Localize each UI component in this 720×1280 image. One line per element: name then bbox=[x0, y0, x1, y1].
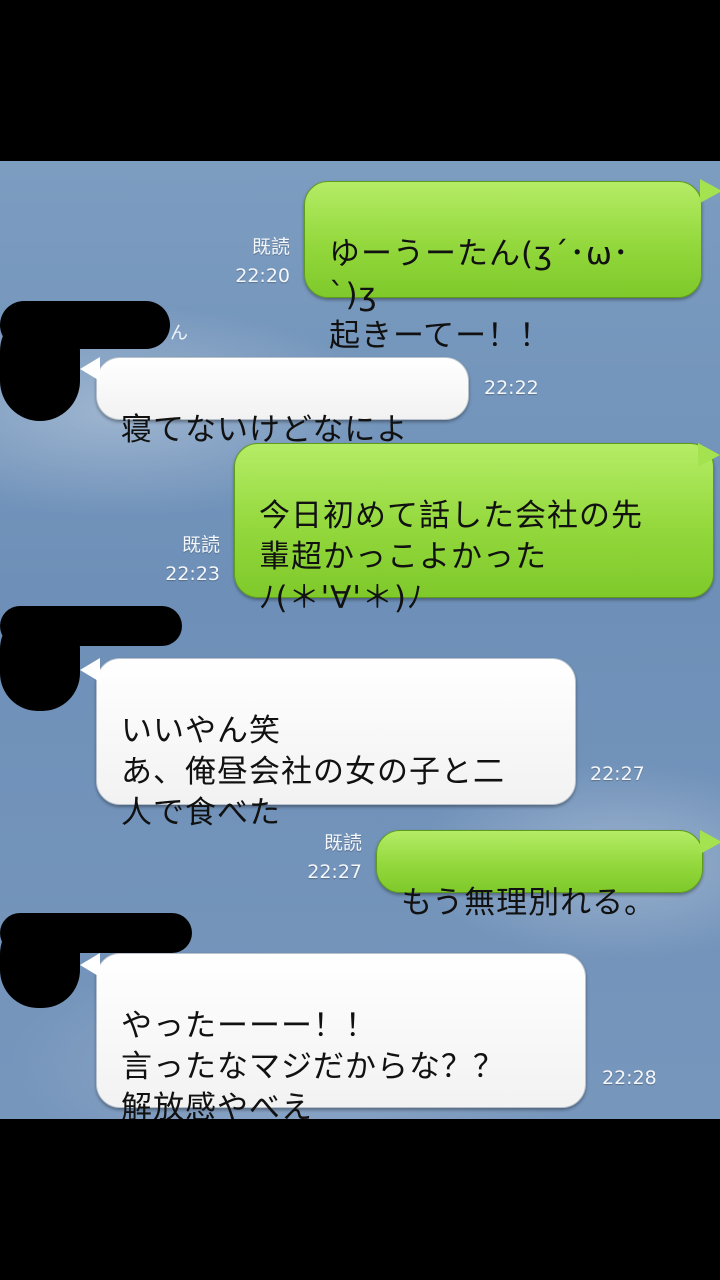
outgoing-message-bubble[interactable]: ゆーうーたん(ʒ´･ω･`)ʒ 起きーてー！！ bbox=[304, 181, 702, 354]
bubble-tail bbox=[698, 443, 720, 467]
bubble-tail bbox=[700, 179, 720, 203]
message-time: 22:20 bbox=[235, 265, 290, 287]
message-text: ゆーうーたん(ʒ´･ω･`)ʒ 起きーてー！！ bbox=[329, 236, 630, 354]
message-time: 22:23 bbox=[165, 563, 220, 585]
incoming-message-bubble[interactable]: いいやん笑 あ、俺昼会社の女の子と二 人で食べた bbox=[96, 658, 576, 831]
redacted-avatar bbox=[0, 916, 80, 1008]
outgoing-message-bubble[interactable]: もう無理別れる。 bbox=[376, 830, 703, 921]
bubble-tail bbox=[80, 658, 100, 682]
bubble-tail bbox=[80, 357, 100, 381]
message-text: もう無理別れる。 bbox=[401, 885, 657, 921]
message-time: 22:27 bbox=[307, 861, 362, 883]
message-text: いいやん笑 あ、俺昼会社の女の子と二 人で食べた bbox=[121, 713, 505, 831]
message-time: 22:22 bbox=[484, 377, 539, 399]
message-time: 22:28 bbox=[602, 1067, 657, 1089]
chat-view[interactable]: 既読 22:20 ゆーうーたん(ʒ´･ω･`)ʒ 起きーてー！！ ん 寝てないけ… bbox=[0, 161, 720, 1119]
read-receipt: 既読 bbox=[323, 832, 362, 854]
incoming-message-bubble[interactable]: やったーーー！！ 言ったなマジだからな？？ 解放感やべえ bbox=[96, 953, 586, 1119]
message-text: やったーーー！！ 言ったなマジだからな？？ 解放感やべえ bbox=[121, 1008, 505, 1119]
outgoing-message-bubble[interactable]: 今日初めて話した会社の先 輩超かっこよかった ﾉ(＊'∀'＊)ﾉ bbox=[234, 443, 714, 616]
message-meta: 既読 22:23 bbox=[140, 531, 220, 589]
bubble-tail bbox=[80, 953, 100, 977]
redacted-avatar bbox=[0, 311, 80, 421]
message-time: 22:27 bbox=[590, 763, 645, 785]
message-text: 今日初めて話した会社の先 輩超かっこよかった ﾉ(＊'∀'＊)ﾉ bbox=[259, 498, 643, 616]
message-meta: 既読 22:27 bbox=[282, 829, 362, 887]
read-receipt: 既読 bbox=[181, 534, 220, 556]
bubble-tail bbox=[700, 830, 720, 854]
redacted-avatar bbox=[0, 611, 80, 711]
read-receipt: 既読 bbox=[251, 236, 290, 258]
incoming-message-bubble[interactable]: 寝てないけどなによ bbox=[96, 357, 469, 448]
screenshot-frame: 既読 22:20 ゆーうーたん(ʒ´･ω･`)ʒ 起きーてー！！ ん 寝てないけ… bbox=[0, 0, 720, 1280]
message-meta: 既読 22:20 bbox=[210, 233, 290, 291]
sender-name: ん bbox=[170, 323, 188, 344]
